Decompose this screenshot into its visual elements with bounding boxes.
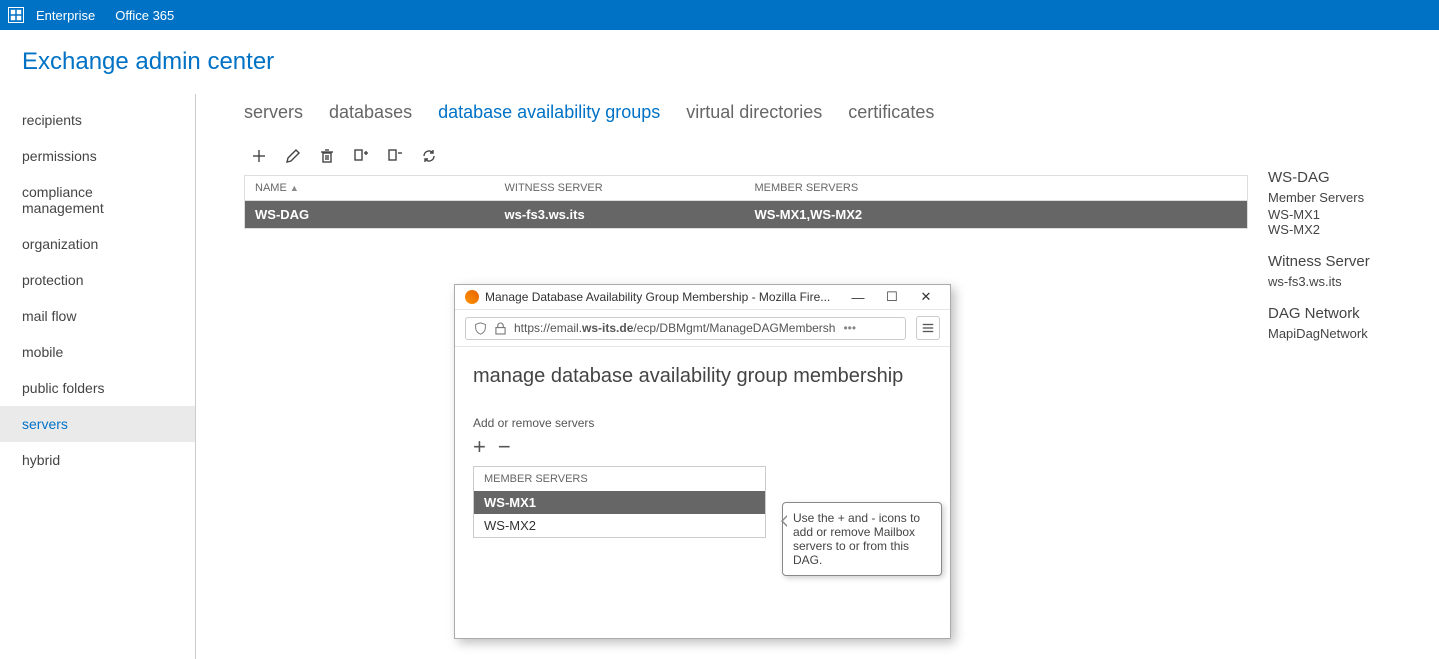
sidebar: recipientspermissionscompliance manageme… [0, 94, 196, 659]
add-server-icon[interactable]: + [473, 436, 486, 458]
dag-table: NAME ▲ WITNESS SERVER MEMBER SERVERS WS-… [244, 175, 1248, 229]
details-members-label: Member Servers [1268, 190, 1419, 205]
hamburger-menu-icon[interactable] [916, 316, 940, 340]
add-icon[interactable] [250, 147, 268, 165]
tab-database-availability-groups[interactable]: database availability groups [438, 102, 660, 123]
tabs: servers databases database availability gr… [244, 102, 1439, 147]
member-row[interactable]: WS-MX2 [474, 514, 765, 537]
address-bar-row: https://email.ws-its.de/ecp/DBMgmt/Manag… [455, 310, 950, 347]
popup-sublabel: Add or remove servers [473, 416, 932, 430]
add-member-icon[interactable] [352, 147, 370, 165]
cell-name: WS-DAG [245, 201, 495, 229]
sidebar-item-protection[interactable]: protection [0, 262, 195, 298]
col-name[interactable]: NAME ▲ [245, 176, 495, 201]
sidebar-item-mobile[interactable]: mobile [0, 334, 195, 370]
table-header: NAME ▲ WITNESS SERVER MEMBER SERVERS [245, 176, 1248, 201]
top-bar: Enterprise Office 365 [0, 0, 1439, 30]
page-actions-icon[interactable]: ••• [843, 321, 856, 335]
details-pane: WS-DAG Member Servers WS-MX1 WS-MX2 Witn… [1248, 147, 1439, 357]
edit-icon[interactable] [284, 147, 302, 165]
details-network-value: MapiDagNetwork [1268, 326, 1419, 341]
help-tooltip: Use the + and - icons to add or remove M… [782, 502, 942, 576]
close-icon[interactable]: ✕ [912, 289, 940, 305]
table-row[interactable]: WS-DAGws-fs3.ws.itsWS-MX1,WS-MX2 [245, 201, 1248, 229]
details-member: WS-MX1 [1268, 207, 1419, 222]
tab-virtual-directories[interactable]: virtual directories [686, 102, 822, 123]
remove-member-icon[interactable] [386, 147, 404, 165]
popup-heading: manage database availability group membe… [473, 365, 932, 388]
members-table: MEMBER SERVERS WS-MX1WS-MX2 [473, 466, 766, 538]
minimize-icon[interactable]: — [844, 290, 872, 305]
sidebar-item-mail-flow[interactable]: mail flow [0, 298, 195, 334]
delete-icon[interactable] [318, 147, 336, 165]
window-title: Manage Database Availability Group Membe… [485, 290, 838, 304]
details-title: WS-DAG [1268, 169, 1419, 186]
details-witness-value: ws-fs3.ws.its [1268, 274, 1419, 289]
page-title: Exchange admin center [0, 30, 1439, 94]
sidebar-item-public-folders[interactable]: public folders [0, 370, 195, 406]
office-logo-icon [8, 7, 24, 23]
cell-witness: ws-fs3.ws.its [495, 201, 745, 229]
shield-icon [474, 321, 487, 336]
tab-databases[interactable]: databases [329, 102, 412, 123]
details-member: WS-MX2 [1268, 222, 1419, 237]
topnav-office365[interactable]: Office 365 [115, 8, 174, 23]
remove-server-icon[interactable]: − [498, 436, 511, 458]
details-network-label: DAG Network [1268, 305, 1419, 322]
toolbar [244, 147, 1248, 175]
col-witness[interactable]: WITNESS SERVER [495, 176, 745, 201]
url-text: https://email.ws-its.de/ecp/DBMgmt/Manag… [514, 321, 835, 335]
tab-certificates[interactable]: certificates [848, 102, 934, 123]
maximize-icon[interactable]: ☐ [878, 289, 906, 305]
sidebar-item-hybrid[interactable]: hybrid [0, 442, 195, 478]
topnav-enterprise[interactable]: Enterprise [36, 8, 95, 23]
member-row[interactable]: WS-MX1 [474, 491, 765, 514]
sidebar-item-recipients[interactable]: recipients [0, 102, 195, 138]
window-titlebar[interactable]: Manage Database Availability Group Membe… [455, 285, 950, 310]
tab-servers[interactable]: servers [244, 102, 303, 123]
lock-icon [495, 322, 506, 335]
details-witness-label: Witness Server [1268, 253, 1419, 270]
refresh-icon[interactable] [420, 147, 438, 165]
url-field[interactable]: https://email.ws-its.de/ecp/DBMgmt/Manag… [465, 317, 906, 340]
sort-asc-icon: ▲ [290, 183, 299, 193]
firefox-icon [465, 290, 479, 304]
sidebar-item-servers[interactable]: servers [0, 406, 195, 442]
manage-dag-popup: Manage Database Availability Group Membe… [454, 284, 951, 639]
members-col-header: MEMBER SERVERS [474, 467, 765, 491]
col-members[interactable]: MEMBER SERVERS [745, 176, 1248, 201]
sidebar-item-permissions[interactable]: permissions [0, 138, 195, 174]
sidebar-item-compliance-management[interactable]: compliance management [0, 174, 195, 226]
sidebar-item-organization[interactable]: organization [0, 226, 195, 262]
cell-members: WS-MX1,WS-MX2 [745, 201, 1248, 229]
